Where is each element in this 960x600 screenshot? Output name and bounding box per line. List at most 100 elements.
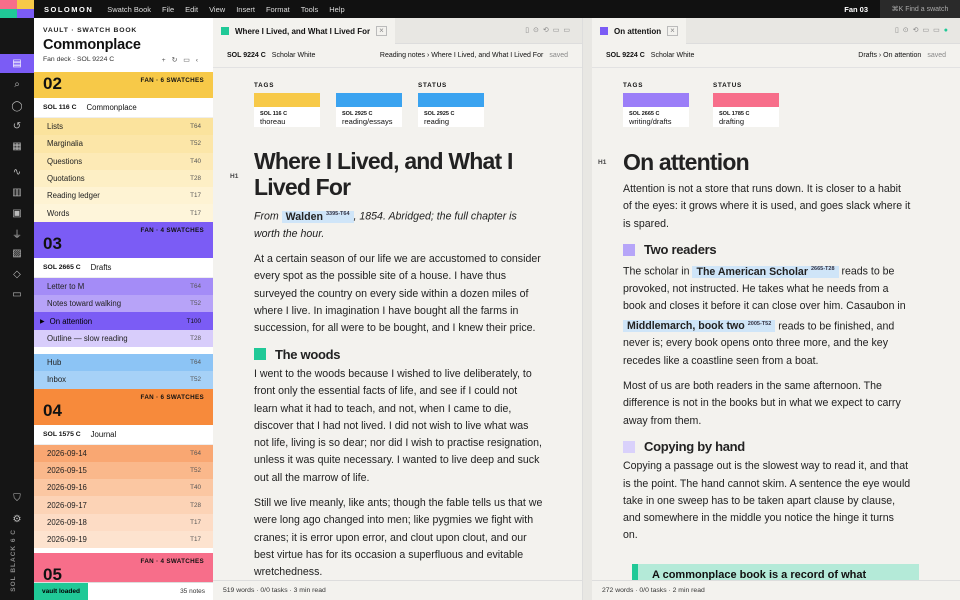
swatch-icon xyxy=(254,348,266,361)
list-item-label: 2026-09-19 xyxy=(47,535,87,545)
paragraph: From Walden 3395-T64, 1854. Abridged; the… xyxy=(254,206,543,243)
document-body[interactable]: On attention Attention is not a store th… xyxy=(623,149,911,553)
find-swatch-button[interactable]: ⌘K Find a swatch xyxy=(880,0,960,18)
gear-icon[interactable]: ⚙ xyxy=(9,511,25,527)
status-bar: 272 words · 0/0 tasks · 2 min read xyxy=(592,580,960,600)
paragraph: Still we live meanly, like ants; though … xyxy=(254,496,543,579)
swatch-code: SOL 1575 C xyxy=(43,430,81,438)
menu-tools[interactable]: Tools xyxy=(301,5,319,14)
list-item[interactable]: 2026-09-17 T28 xyxy=(34,496,213,514)
shield-icon[interactable]: ⛉ xyxy=(9,490,25,506)
pane-divider[interactable] xyxy=(582,18,592,600)
image-icon[interactable]: ▨ xyxy=(9,245,25,261)
menu-format[interactable]: Format xyxy=(266,5,290,14)
plug-icon[interactable]: ⏚ xyxy=(9,225,25,241)
list-item[interactable]: Quotations T28 xyxy=(34,169,213,188)
paragraph: Most of us are both readers in the same … xyxy=(623,380,901,427)
activity-icon[interactable]: ∿ xyxy=(9,164,25,180)
menu-help[interactable]: Help xyxy=(329,5,344,14)
list-item-label: Reading ledger xyxy=(47,191,100,201)
menu-edit[interactable]: Edit xyxy=(185,5,198,14)
swatch-row-journal[interactable]: SOL 1575 C Journal xyxy=(34,424,213,445)
sidebar-header: VAULT · SWATCH BOOK Commonplace Fan deck… xyxy=(34,18,213,80)
list-item[interactable]: Letter to M T64 xyxy=(34,277,213,296)
status-chip[interactable]: STATUS SOL 1785 Cdrafting xyxy=(713,82,779,127)
list-item[interactable]: 2026-09-19 T17 xyxy=(34,531,213,549)
list-item[interactable]: Reading ledger T17 xyxy=(34,187,213,205)
tint-code: T64 xyxy=(190,123,201,131)
history-icon[interactable]: ↺ xyxy=(9,118,25,134)
menu-file[interactable]: File xyxy=(162,5,174,14)
close-icon[interactable]: × xyxy=(376,26,387,36)
list-item[interactable]: Questions T40 xyxy=(34,152,213,170)
swatch-row-commonplace[interactable]: SOL 116 C Commonplace xyxy=(34,98,213,118)
list-item[interactable]: 2026-09-14 T64 xyxy=(34,444,213,462)
tag-chip[interactable]: TAGS SOL 2665 Cwriting/drafts xyxy=(623,82,689,127)
breadcrumb-path[interactable]: Drafts › On attention xyxy=(858,52,921,59)
fan-header-02[interactable]: FAN · 6 SWATCHES 02 xyxy=(34,72,213,98)
swatch-icon xyxy=(623,440,635,453)
breadcrumb: SOL 9224 C Scholar White Drafts › On atte… xyxy=(592,44,960,68)
list-item-label: Outline — slow reading xyxy=(47,333,128,343)
list-item-label: Notes toward walking xyxy=(47,299,122,309)
tab-label: On attention xyxy=(614,26,662,36)
link-label: Middlemarch, book two xyxy=(627,320,745,333)
wiki-link[interactable]: Walden 3395-T64 xyxy=(281,210,354,223)
grid-icon[interactable]: ▦ xyxy=(9,138,25,154)
list-item[interactable]: Outline — slow reading T28 xyxy=(34,329,213,347)
list-item[interactable]: 2026-09-18 T17 xyxy=(34,513,213,532)
pane-tools[interactable]: ▯⊙⟲▭▭● xyxy=(895,26,952,34)
swatch-code: SOL 9224 C xyxy=(227,52,266,59)
file-icon[interactable]: ▤ xyxy=(0,54,34,73)
menu-swatch-book[interactable]: Swatch Book xyxy=(107,5,151,14)
tag-chip[interactable]: TAGS SOL 116 Cthoreau xyxy=(254,82,320,127)
swatch-name: Scholar White xyxy=(650,52,695,59)
list-item[interactable]: Hub T64 xyxy=(34,353,213,372)
wiki-link[interactable]: The American Scholar 2665-T28 xyxy=(692,265,839,278)
close-icon[interactable]: × xyxy=(667,26,678,36)
chip-value: reading xyxy=(424,117,450,126)
list-item-label: Letter to M xyxy=(47,281,85,291)
sidebar-controls[interactable]: +↻▭‹ xyxy=(162,56,204,64)
status-chip[interactable]: STATUS SOL 2925 Creading xyxy=(418,82,484,127)
wiki-link[interactable]: Middlemarch, book two 2005-T52 xyxy=(623,320,776,333)
tint-code: T28 xyxy=(190,175,201,183)
list-item-active[interactable]: ▶ On attention T100 xyxy=(34,312,213,330)
tint-code: T28 xyxy=(190,334,201,342)
swatch-row-drafts[interactable]: SOL 2665 C Drafts xyxy=(34,257,213,278)
breadcrumb-path[interactable]: Reading notes › Where I Lived, and What … xyxy=(380,52,543,59)
chat-icon[interactable]: ◯ xyxy=(9,98,25,114)
tab-bar: On attention × ▯⊙⟲▭▭● xyxy=(592,18,960,44)
fan-header-03[interactable]: FAN · 4 SWATCHES 03 xyxy=(34,221,213,258)
tag-icon[interactable]: ◇ xyxy=(9,266,25,282)
tint-code: T52 xyxy=(190,140,201,148)
tab-where-i-lived[interactable]: Where I Lived, and What I Lived For × xyxy=(213,18,395,44)
calendar-icon[interactable]: ▭ xyxy=(9,286,25,302)
note-count: 35 notes xyxy=(180,588,205,595)
blocks-icon[interactable]: ▣ xyxy=(9,205,25,221)
list-item[interactable]: 2026-09-16 T40 xyxy=(34,479,213,497)
list-item[interactable]: Lists T64 xyxy=(34,118,213,136)
vault-title: Commonplace xyxy=(43,37,141,53)
tab-label: Where I Lived, and What I Lived For xyxy=(235,26,371,36)
list-item[interactable]: 2026-09-15 T52 xyxy=(34,461,213,480)
document-body[interactable]: Where I Lived, and What I Lived For From… xyxy=(254,148,543,589)
list-item[interactable]: Inbox T52 xyxy=(34,371,213,389)
list-item[interactable]: Marginalia T52 xyxy=(34,135,213,153)
search-icon[interactable]: ⌕ xyxy=(9,76,25,92)
fan-header-04[interactable]: FAN · 6 SWATCHES 04 xyxy=(34,388,213,425)
menu-view[interactable]: View xyxy=(209,5,225,14)
table-icon[interactable]: ▥ xyxy=(9,184,25,200)
swatch-name: Journal xyxy=(90,429,117,439)
properties: TAGS SOL 2665 Cwriting/drafts STATUS SOL 1… xyxy=(623,82,779,127)
tint-code: T28 xyxy=(190,501,201,509)
menu-insert[interactable]: Insert xyxy=(236,5,255,14)
list-item[interactable]: Words T17 xyxy=(34,204,213,222)
tag-chip[interactable]: ·SOL 2925 Creading/essays xyxy=(336,82,402,127)
swatch-icon xyxy=(221,27,229,35)
list-item-label: 2026-09-17 xyxy=(47,500,87,510)
list-item[interactable]: Notes toward walking T52 xyxy=(34,295,213,313)
tab-on-attention[interactable]: On attention × xyxy=(592,18,686,44)
chip-value: drafting xyxy=(719,117,745,126)
pane-tools[interactable]: ▯⊙⟲▭▭ xyxy=(525,26,574,34)
